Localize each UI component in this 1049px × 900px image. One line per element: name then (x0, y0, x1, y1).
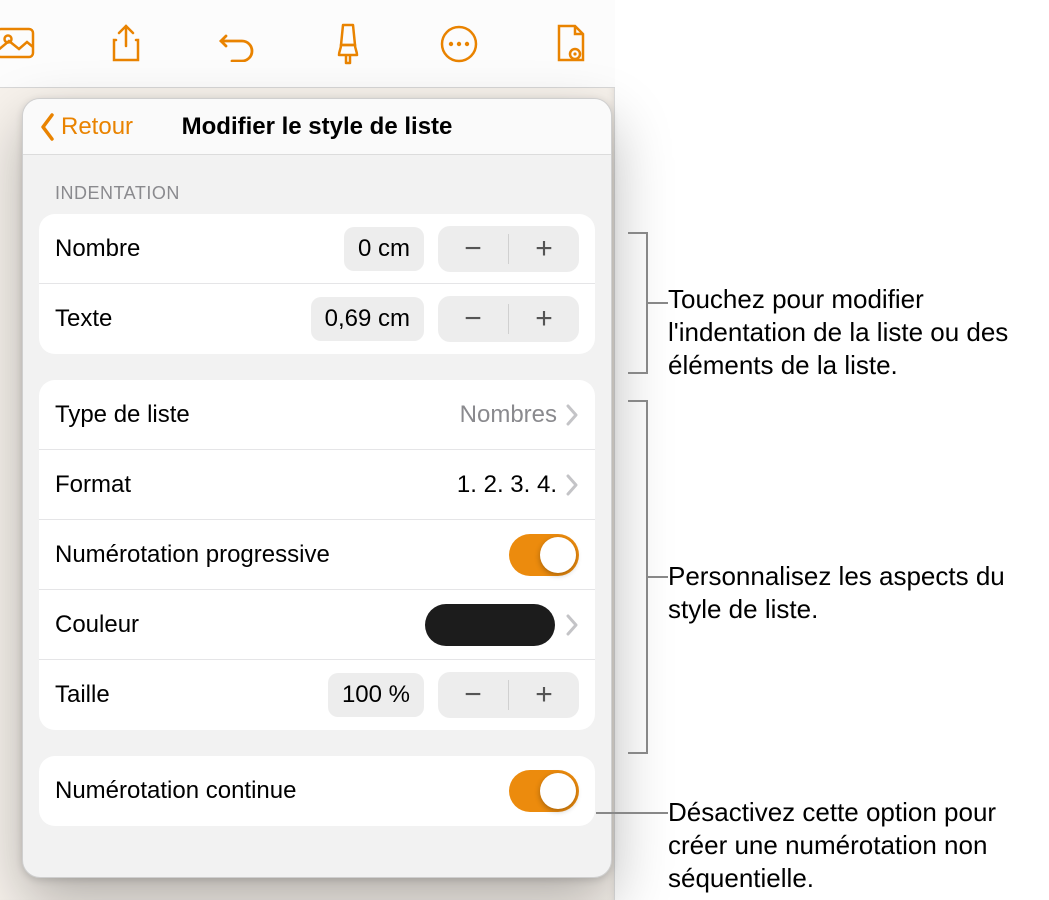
couleur-label: Couleur (55, 611, 139, 639)
indentation-card: Nombre 0 cm − + Texte 0,69 cm − + (39, 214, 595, 354)
row-continue: Numérotation continue (39, 756, 595, 826)
more-icon[interactable] (439, 24, 479, 64)
toolbar (0, 0, 615, 88)
nombre-minus[interactable]: − (438, 226, 508, 272)
row-couleur[interactable]: Couleur (39, 590, 595, 660)
nombre-label: Nombre (55, 235, 140, 263)
callout-bracket-indentation (628, 232, 648, 374)
chevron-right-icon (565, 474, 579, 496)
continue-card: Numérotation continue (39, 756, 595, 826)
callout-continue: Désactivez cette option pour créer une n… (668, 796, 1049, 895)
continue-toggle[interactable] (509, 770, 579, 812)
taille-minus[interactable]: − (438, 672, 508, 718)
texte-stepper: − + (438, 296, 579, 342)
popover-header: Retour Modifier le style de liste (23, 99, 611, 155)
row-format[interactable]: Format 1. 2. 3. 4. (39, 450, 595, 520)
progressive-toggle[interactable] (509, 534, 579, 576)
nombre-stepper: − + (438, 226, 579, 272)
chevron-right-icon (565, 614, 579, 636)
callouts: Touchez pour modifier l'indentation de l… (628, 0, 1049, 900)
indentation-header: INDENTATION (23, 155, 611, 214)
format-label: Format (55, 471, 131, 499)
texte-minus[interactable]: − (438, 296, 508, 342)
callout-aspects: Personnalisez les aspects du style de li… (668, 560, 1048, 626)
taille-label: Taille (55, 681, 110, 709)
couleur-swatch[interactable] (425, 604, 555, 646)
row-nombre: Nombre 0 cm − + (39, 214, 595, 284)
callout-bracket-aspects (628, 400, 648, 754)
texte-plus[interactable]: + (509, 296, 579, 342)
nombre-value[interactable]: 0 cm (344, 227, 424, 271)
row-taille: Taille 100 % − + (39, 660, 595, 730)
texte-value[interactable]: 0,69 cm (311, 297, 424, 341)
taille-plus[interactable]: + (509, 672, 579, 718)
chevron-right-icon (565, 404, 579, 426)
continue-label: Numérotation continue (55, 777, 296, 805)
progressive-label: Numérotation progressive (55, 541, 330, 569)
taille-value[interactable]: 100 % (328, 673, 424, 717)
nombre-plus[interactable]: + (509, 226, 579, 272)
back-button[interactable]: Retour (39, 112, 133, 142)
brush-icon[interactable] (328, 24, 368, 64)
image-icon[interactable] (0, 24, 35, 64)
row-texte: Texte 0,69 cm − + (39, 284, 595, 354)
style-card: Type de liste Nombres Format 1. 2. 3. 4.… (39, 380, 595, 730)
taille-stepper: − + (438, 672, 579, 718)
texte-label: Texte (55, 305, 112, 333)
edit-list-style-popover: Retour Modifier le style de liste INDENT… (22, 98, 612, 878)
type-label: Type de liste (55, 401, 190, 429)
document-icon[interactable] (550, 24, 590, 64)
type-value: Nombres (460, 401, 557, 429)
share-icon[interactable] (106, 24, 146, 64)
row-type[interactable]: Type de liste Nombres (39, 380, 595, 450)
undo-icon[interactable] (217, 24, 257, 64)
back-label: Retour (61, 113, 133, 141)
format-value: 1. 2. 3. 4. (457, 471, 557, 499)
row-progressive: Numérotation progressive (39, 520, 595, 590)
callout-indentation: Touchez pour modifier l'indentation de l… (668, 283, 1048, 382)
